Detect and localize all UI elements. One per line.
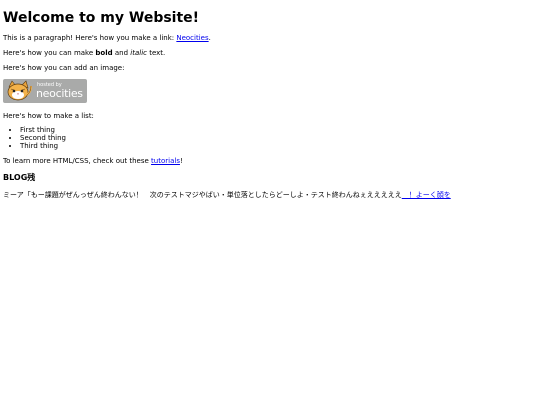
formatting-paragraph: Here's how you can make bold and italic … <box>3 49 165 57</box>
formatting-text: Here's how you can make <box>3 49 96 57</box>
blog-text: ミーア「もー課題がぜんっぜん終わんない！ 次のテストマジやばい・単位落としたらど… <box>3 191 402 199</box>
list-item: Second thing <box>20 134 66 142</box>
intro-text: This is a paragraph! Here's how you make… <box>3 34 177 42</box>
tutorials-suffix: ! <box>179 157 183 165</box>
tutorials-paragraph: To learn more HTML/CSS, check out these … <box>3 157 183 165</box>
intro-period: . <box>208 34 211 42</box>
tutorials-link[interactable]: tutorials <box>151 157 180 165</box>
page-title: Welcome to my Website! <box>3 10 200 26</box>
list-paragraph: Here's how to make a list: <box>3 112 94 120</box>
image-paragraph: Here's how you can add an image: <box>3 64 125 72</box>
formatting-and: and <box>112 49 131 57</box>
badge-brand-text: neocities <box>36 87 83 100</box>
formatting-suffix: text. <box>146 49 166 57</box>
tutorials-text: To learn more HTML/CSS, check out these <box>3 157 152 165</box>
intro-paragraph: This is a paragraph! Here's how you make… <box>3 34 211 42</box>
italic-text: italic <box>130 49 147 57</box>
blog-link[interactable]: ！よーく顔を <box>402 191 451 199</box>
blog-paragraph: ミーア「もー課題がぜんっぜん終わんない！ 次のテストマジやばい・単位落としたらど… <box>3 191 451 199</box>
list-item: Third thing <box>20 142 66 150</box>
hosted-by-neocities-badge[interactable]: hosted by neocities <box>3 79 87 103</box>
neocities-link[interactable]: Neocities <box>176 34 208 42</box>
list-item: First thing <box>20 126 66 134</box>
bold-text: bold <box>95 49 113 57</box>
page: Welcome to my Website! This is a paragra… <box>0 0 540 405</box>
neocities-cat-icon <box>5 80 33 102</box>
thing-list: First thing Second thing Third thing <box>0 126 66 150</box>
blog-heading: BLOG残 <box>3 173 36 182</box>
